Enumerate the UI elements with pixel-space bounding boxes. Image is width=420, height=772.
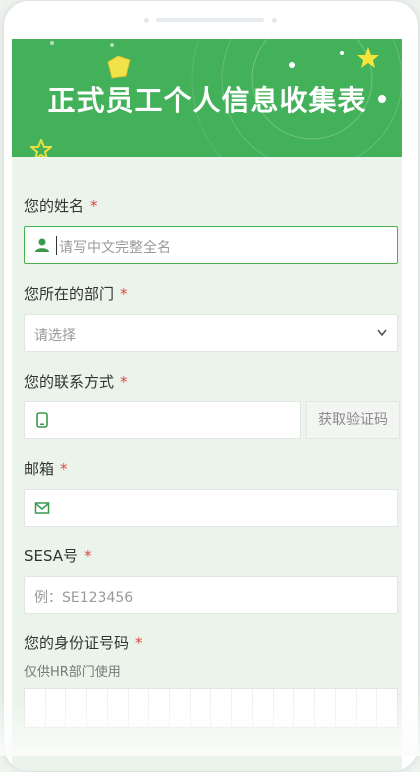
required-mark: *	[135, 634, 143, 652]
user-icon	[35, 238, 49, 252]
department-select[interactable]: 请选择	[24, 314, 398, 352]
header-banner: 正式员工个人信息收集表	[12, 39, 402, 157]
bottom-fade	[0, 696, 420, 756]
required-mark: *	[120, 373, 128, 391]
phone-icon	[36, 412, 48, 428]
idcard-label: 您的身份证号码 *	[24, 634, 143, 652]
mail-icon	[34, 502, 50, 514]
chevron-down-icon	[377, 329, 387, 337]
star-icon	[357, 47, 379, 68]
required-mark: *	[84, 547, 92, 565]
email-input[interactable]	[24, 489, 398, 527]
page-title: 正式员工个人信息收集表	[47, 84, 367, 117]
sesa-placeholder: 例：SE123456	[34, 590, 134, 606]
gem-icon	[107, 55, 131, 79]
form-screen: 正式员工个人信息收集表 您的姓名* 请写中文完整全名 您所在的部门* 请选择	[12, 39, 402, 771]
phone-speaker	[156, 18, 264, 22]
sesa-input[interactable]: 例：SE123456	[24, 576, 398, 614]
required-mark: *	[120, 285, 128, 303]
idcard-note: 仅供HR部门使用	[24, 665, 121, 680]
department-label: 您所在的部门 *	[24, 285, 128, 303]
phone-frame: 正式员工个人信息收集表 您的姓名* 请写中文完整全名 您所在的部门* 请选择	[3, 0, 419, 772]
name-label: 您的姓名 *	[24, 197, 98, 215]
required-mark: *	[60, 460, 68, 478]
contact-label: 您的联系方式 *	[24, 373, 128, 391]
star-outline-icon	[30, 139, 52, 157]
name-placeholder: 请写中文完整全名	[59, 240, 171, 256]
sesa-label: SESA号 *	[24, 547, 92, 565]
email-label: 邮箱 *	[24, 460, 68, 478]
phone-sensor-dot	[272, 18, 277, 23]
text-cursor	[56, 236, 57, 255]
get-verification-code-button[interactable]: 获取验证码	[306, 401, 400, 439]
phone-sensor-dot	[144, 18, 149, 23]
name-input[interactable]: 请写中文完整全名	[24, 226, 398, 264]
phone-input[interactable]	[24, 401, 301, 439]
required-mark: *	[90, 197, 98, 215]
department-selected-value: 请选择	[34, 328, 76, 344]
